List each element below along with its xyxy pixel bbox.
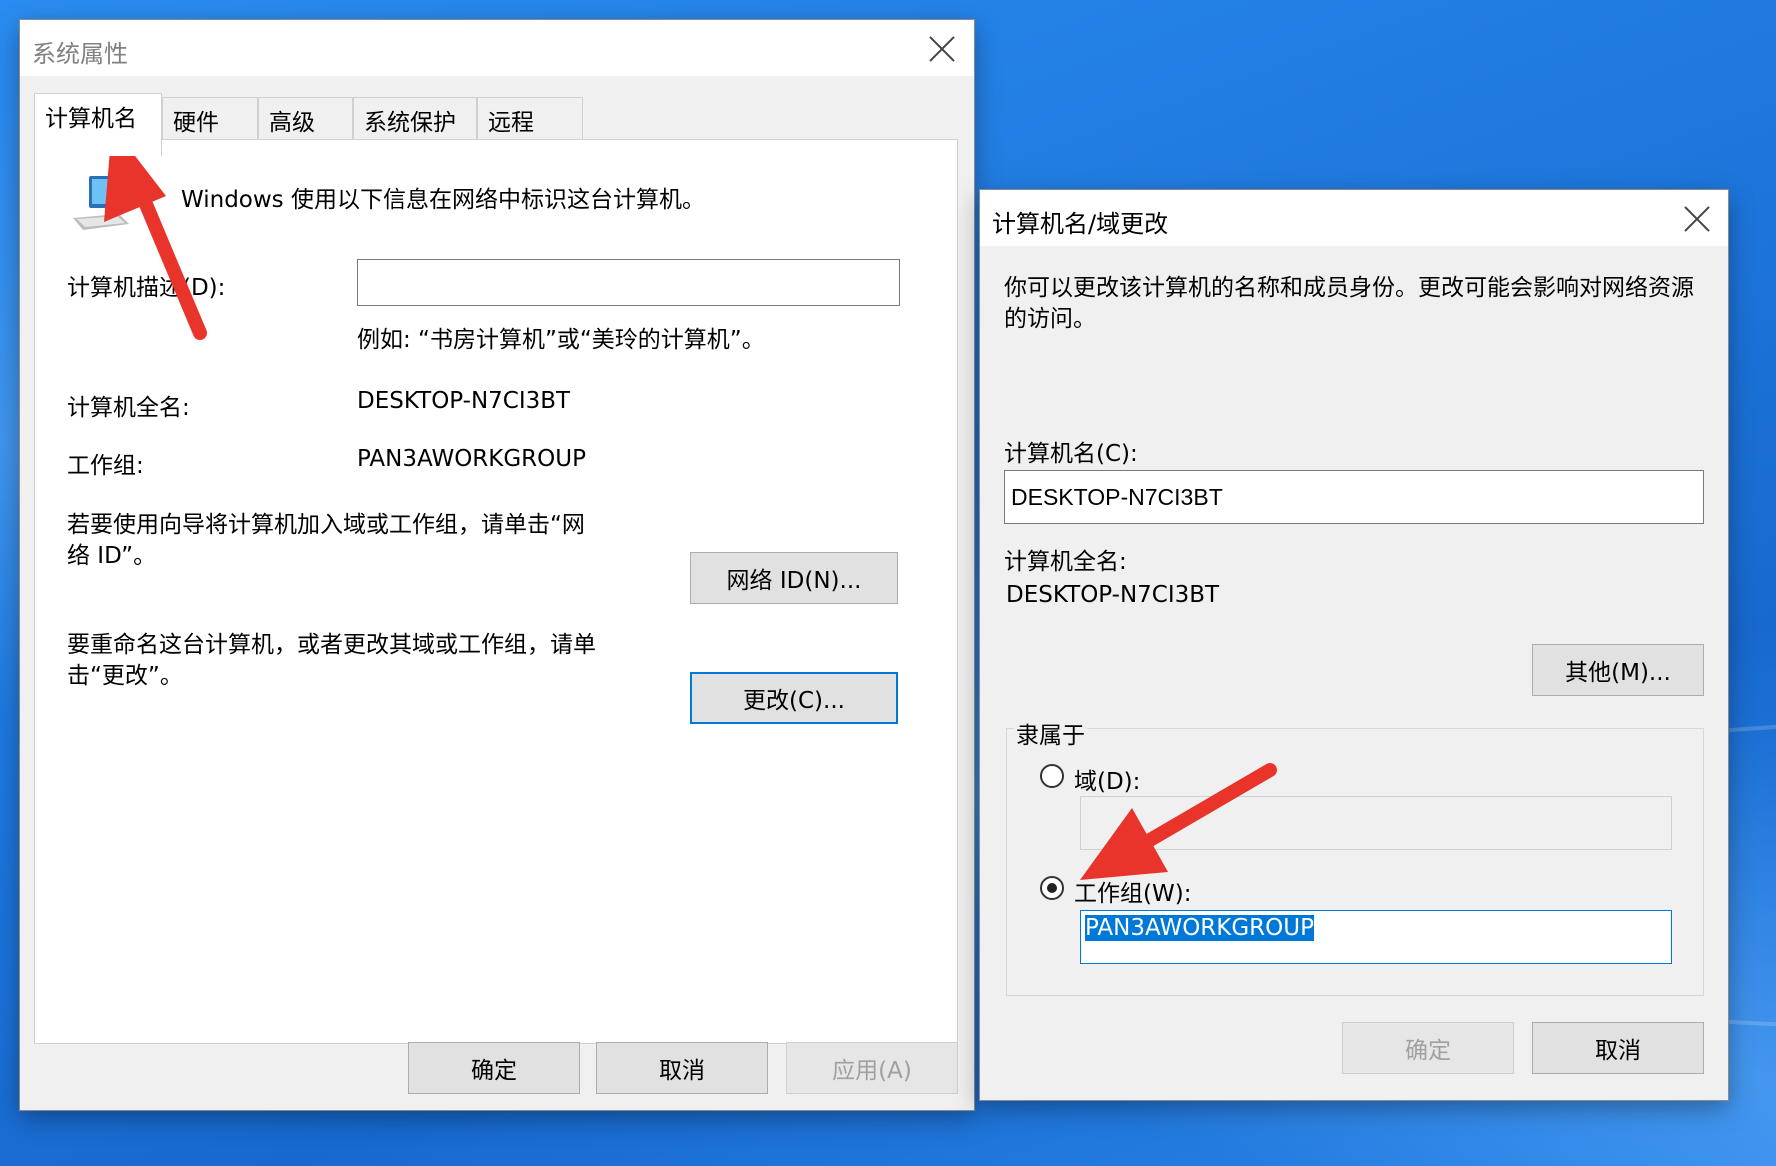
annotation-arrows bbox=[104, 126, 1277, 880]
arrow-to-workgroup-option bbox=[1080, 763, 1277, 880]
arrow-to-computer-name-tab bbox=[104, 126, 207, 340]
tab-computer-name[interactable]: 计算机名 bbox=[34, 93, 162, 156]
